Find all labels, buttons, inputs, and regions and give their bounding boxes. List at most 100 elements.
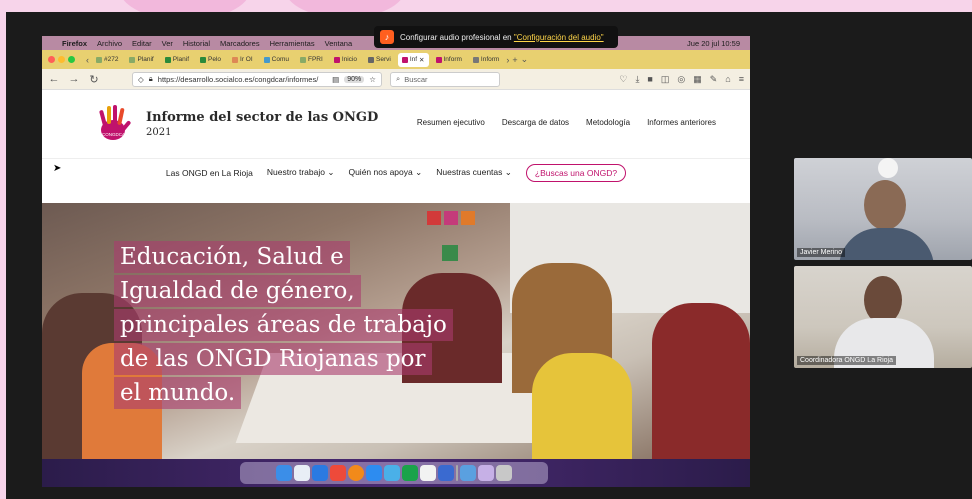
tab-label: FPRI: [308, 56, 323, 63]
lock-icon[interactable]: 🔒︎: [149, 74, 153, 84]
browser-icon[interactable]: [384, 465, 400, 481]
buscar-ongd-button[interactable]: ¿Buscas una ONGD?: [525, 163, 627, 182]
screenshot-icon[interactable]: ◎: [677, 74, 685, 85]
browser-tab[interactable]: Planif: [125, 53, 157, 67]
nav-quien-nos-apoya[interactable]: Quién nos apoya ⌄: [348, 167, 422, 178]
menu-archivo[interactable]: Archivo: [97, 39, 122, 48]
maximize-window-icon[interactable]: [68, 56, 75, 63]
app-icon[interactable]: [438, 465, 454, 481]
browser-tab[interactable]: Inform: [432, 53, 466, 67]
eyedropper-icon[interactable]: ✎: [710, 74, 718, 85]
tab-favicon-icon: [96, 56, 102, 63]
browser-tab[interactable]: Pelo: [196, 53, 225, 67]
messages-icon[interactable]: [402, 465, 418, 481]
participant-video[interactable]: Coordinadora ONGD La Rioja: [794, 266, 972, 368]
firefox-icon[interactable]: [348, 465, 364, 481]
reload-icon[interactable]: ↻: [88, 73, 100, 86]
close-tab-icon[interactable]: ✕: [419, 56, 424, 64]
nav-ongd-la-rioja[interactable]: Las ONGD en La Rioja: [166, 168, 253, 178]
wall-poster: [461, 211, 475, 225]
zoom-notification[interactable]: ♪ Configurar audio profesional en "Confi…: [374, 26, 618, 48]
browser-tab[interactable]: Comu: [260, 53, 293, 67]
browser-tab[interactable]: FPRI: [296, 53, 327, 67]
mail-icon[interactable]: [312, 465, 328, 481]
tab-favicon-icon: [200, 56, 206, 63]
browser-tab[interactable]: Inicio: [330, 53, 361, 67]
shield-icon[interactable]: ◇: [138, 75, 144, 84]
browser-tab[interactable]: Inform: [469, 53, 503, 67]
hero-line: de las ONGD Riojanas por: [114, 343, 432, 375]
menu-editar[interactable]: Editar: [132, 39, 152, 48]
participant-video[interactable]: Javier Merino: [794, 158, 972, 260]
back-arrow-icon[interactable]: ←: [48, 73, 60, 85]
nav-nuestras-cuentas[interactable]: Nuestras cuentas ⌄: [436, 167, 512, 178]
site-logo[interactable]: CONGDCAR: [92, 102, 136, 146]
url-text[interactable]: https://desarrollo.socialco.es/congdcar/…: [158, 75, 327, 84]
tab-favicon-icon: [472, 56, 479, 63]
browser-tab[interactable]: #272: [92, 53, 122, 67]
pocket-icon[interactable]: ♡: [619, 74, 627, 85]
site-title[interactable]: Informe del sector de las ONGD: [146, 110, 378, 125]
tab-favicon-icon: [300, 56, 306, 63]
tab-label: Planif: [137, 56, 154, 63]
extension-icon[interactable]: ■: [647, 74, 652, 84]
notes-icon[interactable]: [420, 465, 436, 481]
dock-divider: [456, 465, 458, 481]
menu-herramientas[interactable]: Herramientas: [270, 39, 315, 48]
sidebar-icon[interactable]: ◫: [661, 74, 670, 85]
browser-tab-active[interactable]: Inf ✕: [397, 52, 429, 67]
participant-lamp: [878, 158, 898, 178]
bookmark-star-icon[interactable]: ☆: [369, 75, 376, 84]
wall-poster: [427, 211, 441, 225]
link-resumen-ejecutivo[interactable]: Resumen ejecutivo: [417, 118, 485, 127]
tab-label: #272: [104, 56, 119, 63]
launchpad-icon[interactable]: [294, 465, 310, 481]
minimize-window-icon[interactable]: [58, 56, 65, 63]
participant-silhouette: [839, 228, 934, 260]
forward-arrow-icon[interactable]: →: [68, 73, 80, 85]
downloads-icon[interactable]: [460, 465, 476, 481]
search-bar[interactable]: ⌕ Buscar: [390, 71, 500, 87]
person: [532, 353, 632, 459]
link-informes-anteriores[interactable]: Informes anteriores: [647, 118, 716, 127]
chevron-down-icon[interactable]: ⌄: [521, 54, 529, 65]
tab-label: Inicio: [341, 56, 357, 63]
chevron-left-icon[interactable]: ‹: [86, 55, 89, 65]
home-icon[interactable]: ⌂: [725, 74, 730, 84]
search-icon: ⌕: [396, 74, 401, 83]
link-descarga-datos[interactable]: Descarga de datos: [502, 118, 569, 127]
menu-icon[interactable]: ≡: [739, 74, 744, 84]
calendar-icon[interactable]: [330, 465, 346, 481]
trash-icon[interactable]: [496, 465, 512, 481]
finder-icon[interactable]: [276, 465, 292, 481]
menu-marcadores[interactable]: Marcadores: [220, 39, 260, 48]
tab-favicon-icon: [333, 56, 340, 63]
menu-historial[interactable]: Historial: [183, 39, 210, 48]
tab-favicon-icon: [435, 56, 442, 63]
chevron-right-icon[interactable]: ›: [506, 55, 509, 65]
container-icon[interactable]: ▦: [693, 74, 702, 85]
reader-view-icon[interactable]: ▤: [332, 75, 339, 84]
menu-ver[interactable]: Ver: [162, 39, 173, 48]
close-window-icon[interactable]: [48, 56, 55, 63]
menubar-clock[interactable]: Jue 20 jul 10:59: [687, 39, 740, 48]
browser-tab[interactable]: Servi: [364, 53, 395, 67]
zoom-app-icon[interactable]: [366, 465, 382, 481]
tab-label: Inf: [409, 56, 418, 63]
download-icon[interactable]: ⤓: [635, 74, 639, 85]
participant-silhouette: [864, 180, 906, 230]
url-bar[interactable]: ◇ 🔒︎ https://desarrollo.socialco.es/cong…: [132, 71, 382, 87]
browser-tab[interactable]: Ir OI: [228, 53, 257, 67]
link-metodologia[interactable]: Metodología: [586, 118, 630, 127]
zoom-level-badge[interactable]: 90%: [344, 75, 365, 83]
new-tab-icon[interactable]: +: [512, 55, 517, 65]
audio-settings-link[interactable]: "Configuración del audio": [514, 33, 604, 42]
folder-icon[interactable]: [478, 465, 494, 481]
search-placeholder: Buscar: [404, 74, 428, 84]
site-title-block: Informe del sector de las ONGD 2021: [146, 110, 378, 138]
menubar-app-name[interactable]: Firefox: [62, 39, 87, 48]
nav-nuestro-trabajo[interactable]: Nuestro trabajo ⌄: [267, 167, 335, 178]
browser-tab[interactable]: Planif: [161, 53, 193, 67]
menu-ventana[interactable]: Ventana: [325, 39, 353, 48]
hero-headline: Educación, Salud e Igualdad de género, p…: [114, 241, 474, 411]
